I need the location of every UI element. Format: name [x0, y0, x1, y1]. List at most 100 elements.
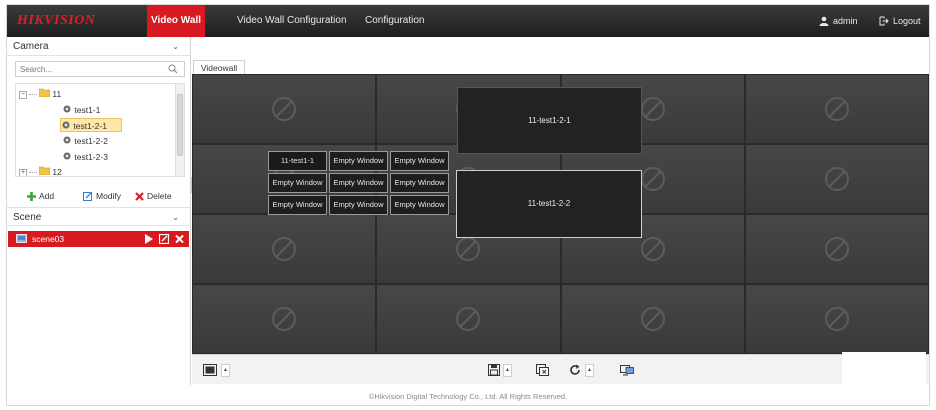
delete-button[interactable]: Delete: [135, 187, 172, 205]
split-window[interactable]: 11-test1-1: [268, 151, 327, 171]
no-signal-icon: [640, 237, 665, 261]
wall-screen-cell[interactable]: [192, 284, 377, 354]
tree-camera-test1-2-1[interactable]: test1-2-1: [60, 118, 122, 132]
screen-layout-icon[interactable]: [203, 364, 217, 376]
split-window[interactable]: Empty Window: [329, 173, 388, 193]
wall-toolbar: ▴ ▴ ▴: [192, 354, 929, 384]
no-signal-icon: [272, 307, 297, 331]
scene-label: scene03: [32, 234, 65, 244]
tree-node-label: test1-2-2: [74, 136, 108, 146]
save-icon[interactable]: [488, 364, 500, 376]
footer-copyright: ©Hikvision Digital Technology Co., Ltd. …: [368, 392, 568, 401]
video-wall[interactable]: 11-test1-1 Empty Window Empty Window Empty …: [192, 74, 929, 354]
chevron-down-icon[interactable]: ⌄: [172, 37, 179, 56]
tree-camera-test1-1[interactable]: test1-1: [62, 103, 100, 117]
no-signal-icon: [272, 97, 297, 121]
camera-actions: Add Modify Delete: [7, 187, 191, 205]
edit-icon[interactable]: [159, 234, 169, 244]
toolbar-overlay: [842, 352, 926, 384]
split-window[interactable]: Empty Window: [390, 173, 449, 193]
camera-icon: [63, 105, 71, 113]
tab-videowall[interactable]: Videowall: [193, 60, 245, 75]
tree-group-12[interactable]: + 12: [19, 165, 62, 177]
no-signal-icon: [272, 237, 297, 261]
wall-screen-cell[interactable]: [744, 74, 929, 144]
camera-tree: − 11 test1-1 test1-2-1 test1-2-2 test1-2…: [15, 83, 185, 177]
user-menu[interactable]: admin: [819, 5, 858, 37]
scene-panel-title: Scene: [13, 212, 42, 223]
scene-panel-header[interactable]: Scene ⌄: [7, 207, 191, 226]
split-window[interactable]: Empty Window: [390, 151, 449, 171]
modify-icon: [83, 192, 92, 201]
user-name: admin: [833, 16, 858, 26]
play-icon[interactable]: [145, 234, 153, 244]
tree-node-label: 11: [52, 89, 62, 99]
camera-icon: [63, 136, 71, 144]
no-signal-icon: [824, 97, 849, 121]
refresh-dropdown-button[interactable]: ▴: [585, 364, 594, 377]
search-icon[interactable]: [168, 64, 178, 74]
wall-screen-cell[interactable]: [192, 74, 377, 144]
scene-item-scene03[interactable]: scene03: [8, 231, 189, 247]
scrollbar-thumb[interactable]: [177, 94, 183, 156]
split-window[interactable]: Empty Window: [268, 195, 327, 215]
split-window[interactable]: Empty Window: [329, 195, 388, 215]
camera-search-input[interactable]: [15, 61, 185, 77]
add-icon: [27, 192, 36, 201]
camera-icon: [62, 121, 70, 129]
no-signal-icon: [824, 307, 849, 331]
split-window[interactable]: Empty Window: [390, 195, 449, 215]
monitor-icon[interactable]: [620, 364, 634, 376]
left-panel: Camera ⌄ − 11 test1-1 test1-2-1 test1-2-…: [7, 37, 191, 385]
app-window: HIKVISION Video Wall Video Wall Configur…: [6, 4, 930, 406]
clear-windows-icon[interactable]: [536, 364, 550, 376]
logout-icon: [879, 16, 889, 26]
wall-screen-cell[interactable]: [744, 214, 929, 284]
tree-node-label: test1-1: [74, 105, 101, 115]
folder-icon: [38, 88, 51, 98]
tree-scrollbar[interactable]: [175, 84, 184, 176]
nav-video-wall-configuration[interactable]: Video Wall Configuration: [237, 5, 347, 37]
logout-label: Logout: [893, 16, 921, 26]
video-window-11-test1-2-2[interactable]: 11-test1-2-2: [456, 170, 642, 238]
wall-screen-cell[interactable]: [192, 214, 377, 284]
scene-icon: [16, 234, 27, 243]
split-window[interactable]: Empty Window: [268, 173, 327, 193]
wall-screen-cell[interactable]: [560, 284, 745, 354]
no-signal-icon: [824, 167, 849, 191]
nav-video-wall[interactable]: Video Wall: [147, 5, 205, 37]
save-dropdown-button[interactable]: ▴: [503, 364, 512, 377]
brand-logo: HIKVISION: [17, 13, 96, 28]
tree-group-11[interactable]: − 11: [19, 87, 61, 101]
folder-icon: [38, 166, 51, 176]
wall-screen-cell[interactable]: [744, 284, 929, 354]
add-button[interactable]: Add: [27, 187, 54, 205]
close-icon[interactable]: [175, 234, 184, 244]
wall-screen-cell[interactable]: [376, 284, 561, 354]
camera-panel-header[interactable]: Camera ⌄: [7, 37, 191, 56]
video-window-11-test1-2-1[interactable]: 11-test1-2-1: [457, 87, 642, 154]
camera-panel-title: Camera: [13, 41, 49, 52]
collapse-icon[interactable]: −: [19, 90, 27, 99]
no-signal-icon: [640, 307, 665, 331]
camera-icon: [63, 152, 71, 160]
add-label: Add: [39, 191, 55, 201]
modify-button[interactable]: Modify: [83, 187, 121, 205]
expand-icon[interactable]: +: [19, 168, 27, 176]
top-navigation-bar: HIKVISION Video Wall Video Wall Configur…: [7, 5, 929, 37]
tab-bar: Videowall: [192, 60, 929, 75]
refresh-icon[interactable]: [569, 364, 581, 376]
logout-button[interactable]: Logout: [879, 5, 921, 37]
nav-configuration[interactable]: Configuration: [365, 5, 424, 37]
user-icon: [819, 16, 829, 26]
modify-label: Modify: [96, 191, 122, 201]
layout-dropdown-button[interactable]: ▴: [221, 364, 230, 377]
tree-camera-test1-2-2[interactable]: test1-2-2: [62, 134, 108, 148]
split-window[interactable]: Empty Window: [329, 151, 388, 171]
tree-node-label: 12: [52, 167, 62, 177]
chevron-down-icon[interactable]: ⌄: [172, 208, 179, 227]
no-signal-icon: [640, 167, 665, 191]
delete-label: Delete: [147, 191, 172, 201]
wall-screen-cell[interactable]: [744, 144, 929, 214]
tree-camera-test1-2-3[interactable]: test1-2-3: [62, 150, 108, 164]
